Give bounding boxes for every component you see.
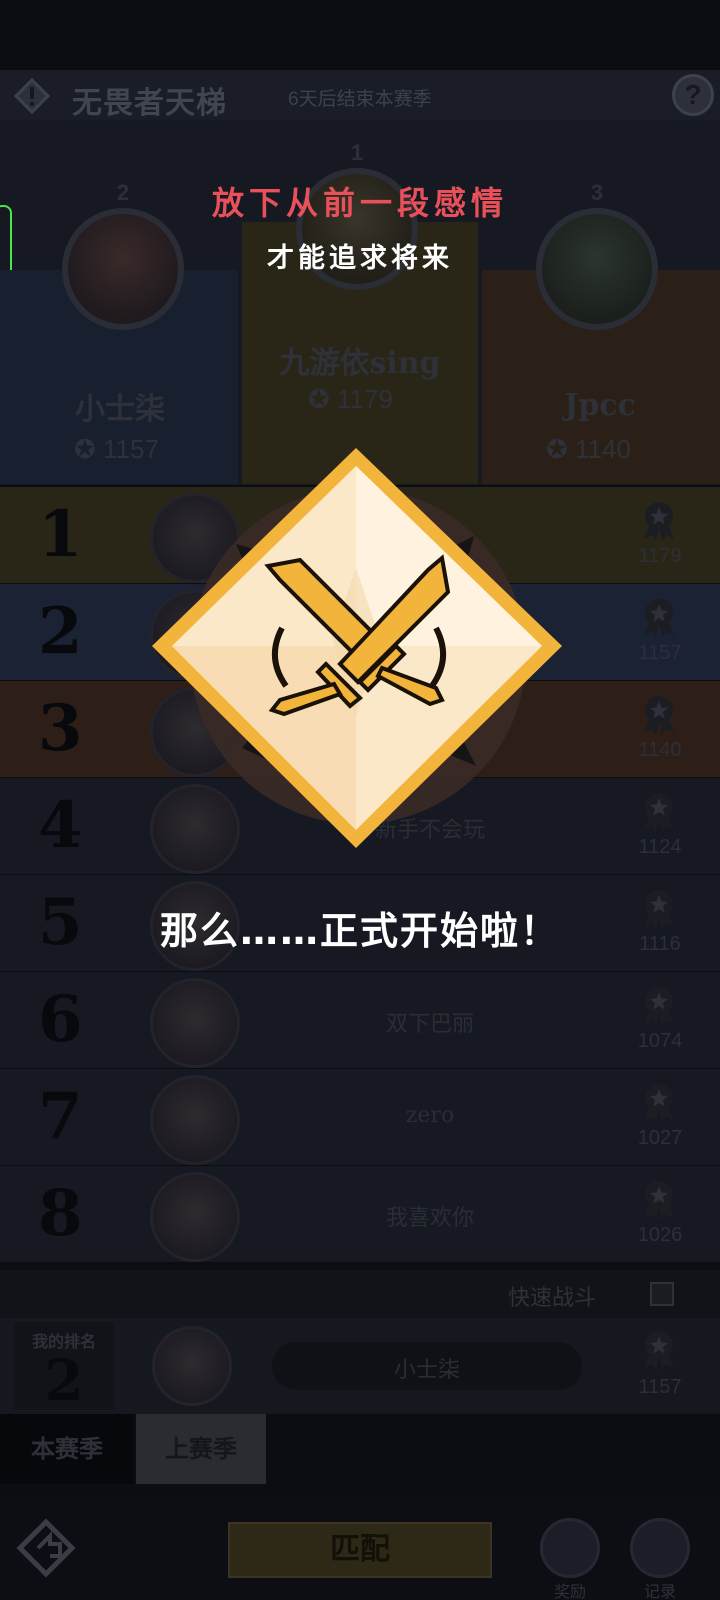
bottom-bar: 匹配 奖励 记录 (0, 1500, 720, 1600)
match-button[interactable]: 匹配 (228, 1522, 492, 1578)
my-rank-row: 我的排名 2 小士柒 1157 (0, 1318, 720, 1414)
story-subtitle: 才能追求将来 (267, 243, 453, 274)
help-icon[interactable]: ? (672, 74, 714, 116)
my-rank-number: 2 (44, 1348, 84, 1414)
medal-icon (644, 599, 674, 638)
crossed-swords-emblem-icon (152, 448, 562, 848)
table-row[interactable]: 6 双下巴丽 1074 (0, 972, 720, 1069)
page-title: 无畏者天梯 (72, 86, 227, 121)
medal-icon (644, 1181, 674, 1220)
podium-score-1: ✪ 1179 (308, 384, 393, 415)
podium-rank-badge: 1 (350, 140, 364, 165)
avatar[interactable] (150, 1172, 240, 1262)
player-score: 1157 (638, 642, 682, 664)
warning-icon[interactable] (14, 78, 50, 114)
podium-score-2: ✪ 1157 (74, 434, 159, 465)
player-score: 1074 (637, 1030, 683, 1052)
record-label: 记录 (643, 1584, 676, 1600)
rank-number: 3 (38, 691, 83, 766)
my-name: 小士柒 (393, 1358, 460, 1383)
top-bar: 无畏者天梯 6天后结束本赛季 ? (0, 70, 720, 121)
medal-icon (644, 502, 674, 541)
my-name-box: 小士柒 (272, 1342, 582, 1390)
tab-current-season[interactable]: 本赛季 (0, 1414, 134, 1484)
medal-icon: ✪ (74, 434, 104, 464)
reward-icon[interactable] (540, 1518, 600, 1578)
player-name: 双下巴丽 (385, 1012, 474, 1037)
player-score: 1027 (637, 1127, 683, 1149)
player-name: zero (405, 1103, 455, 1128)
player-score: 1140 (638, 739, 682, 761)
rank-number: 1 (38, 497, 83, 572)
record-icon[interactable] (630, 1518, 690, 1578)
my-rank-box: 我的排名 2 (14, 1322, 114, 1414)
quick-fight-bar: 快速战斗 (0, 1270, 720, 1318)
avatar[interactable] (150, 1075, 240, 1165)
medal-icon (644, 1331, 674, 1370)
podium-name-3: Jpcc (564, 388, 636, 423)
rank-number: 8 (38, 1176, 83, 1251)
reward-label: 奖励 (553, 1584, 586, 1600)
back-icon[interactable] (16, 1518, 76, 1578)
my-score: 1157 (638, 1376, 682, 1398)
player-score: 1026 (637, 1224, 683, 1246)
season-countdown: 6天后结束本赛季 (288, 89, 432, 110)
medal-icon: ✪ (308, 384, 338, 414)
medal-icon (644, 1084, 674, 1123)
medal-icon (644, 793, 674, 832)
table-row[interactable]: 7 zero 1027 (0, 1069, 720, 1166)
medal-icon (644, 987, 674, 1026)
rank-number: 2 (38, 594, 83, 669)
rank-number: 7 (38, 1079, 83, 1154)
medal-icon (644, 696, 674, 735)
rank-number: 6 (38, 982, 83, 1057)
avatar[interactable] (150, 978, 240, 1068)
quick-fight-label: 快速战斗 (508, 1285, 597, 1310)
podium-name-1: 九游依sing (279, 346, 441, 381)
tab-previous-season[interactable]: 上赛季 (136, 1414, 266, 1484)
podium-score-value: 1140 (575, 434, 631, 464)
table-row[interactable]: 8 我喜欢你 1026 (0, 1166, 720, 1263)
podium-score-value: 1179 (337, 384, 393, 414)
player-name: 我喜欢你 (385, 1206, 474, 1231)
player-score: 1179 (638, 545, 682, 567)
quick-fight-checkbox[interactable] (650, 1282, 674, 1306)
start-message: 那么……正式开始啦！ (159, 909, 560, 953)
podium-name-2: 小士柒 (75, 392, 165, 427)
season-tabs: 本赛季 上赛季 (0, 1414, 720, 1498)
player-score: 1124 (638, 836, 682, 858)
story-title: 放下从前一段感情 (211, 184, 508, 222)
rank-number: 4 (38, 788, 83, 863)
avatar[interactable] (152, 1326, 232, 1406)
